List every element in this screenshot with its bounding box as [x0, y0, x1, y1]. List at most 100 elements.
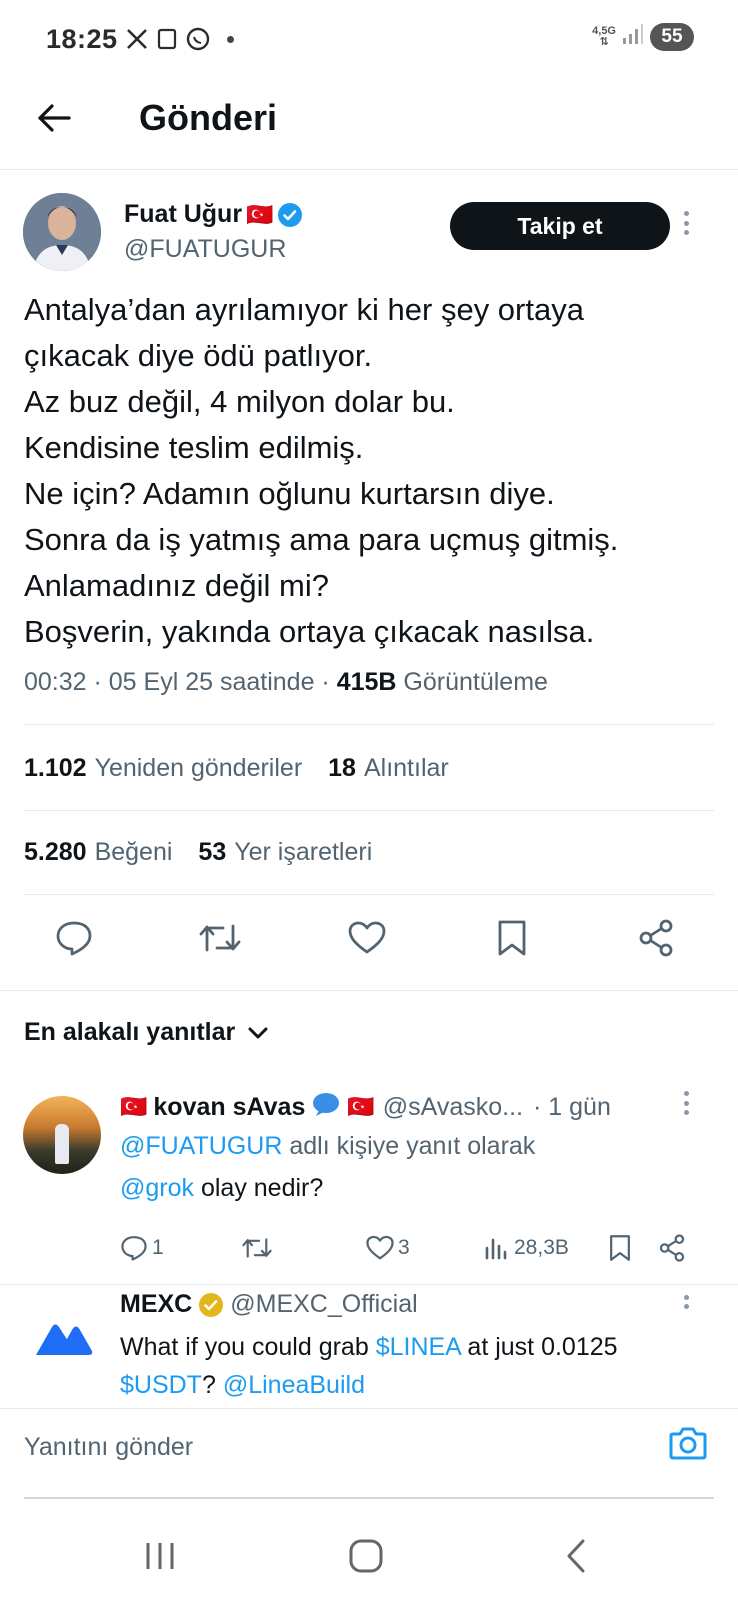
reply-share-button[interactable] [658, 1230, 686, 1266]
status-system-icons: 4,5G ⇅ 55 [592, 22, 694, 51]
reply-input[interactable]: Yanıtını gönder [24, 1433, 193, 1462]
reply-composer: Yanıtını gönder [0, 1408, 738, 1500]
likes-stat[interactable]: 5.280 Beğeni [24, 838, 172, 866]
divider [0, 990, 738, 991]
post-text-line: Kendisine teslim edilmiş. [24, 430, 364, 465]
recent-apps-icon[interactable] [140, 1536, 180, 1576]
repost-icon [242, 1238, 272, 1258]
replies-sort-dropdown[interactable]: En alakalı yanıtlar [24, 1018, 269, 1047]
post-text-line: çıkacak diye ödü patlıyor. [24, 338, 373, 373]
verified-badge-icon [278, 202, 303, 227]
views-chart-icon [485, 1238, 507, 1260]
post-text: Antalya’dan ayrılamıyor ki her şey ortay… [24, 287, 724, 655]
reply-icon[interactable] [52, 916, 96, 960]
divider [24, 894, 714, 895]
system-nav-bar [0, 1500, 738, 1600]
bookmarks-stat[interactable]: 53 Yer işaretleri [198, 838, 372, 866]
page-header: Gönderi [0, 80, 738, 170]
home-icon[interactable] [346, 1536, 386, 1576]
screen-icon [155, 27, 179, 51]
whatsapp-icon [185, 26, 211, 52]
reply-author-handle[interactable]: @sAvasko... [383, 1093, 523, 1122]
x-app-icon [125, 27, 149, 51]
post-author: Fuat Uğur 🇹🇷 @FUATUGUR Takip et [0, 190, 738, 280]
post-text-line: Ne için? Adamın oğlunu kurtarsın diye. [24, 476, 555, 511]
author-handle[interactable]: @FUATUGUR [124, 235, 286, 264]
status-notification-icons [125, 26, 234, 52]
verified-gold-badge-icon [199, 1292, 224, 1317]
reply-icon [121, 1236, 147, 1261]
avatar[interactable] [23, 193, 101, 271]
arrow-left-icon [38, 104, 71, 132]
like-icon[interactable] [345, 916, 389, 960]
bookmark-icon [610, 1235, 630, 1261]
divider [24, 724, 714, 725]
more-options-icon[interactable] [676, 208, 696, 238]
divider [24, 810, 714, 811]
reply-time: · 1 gün [533, 1092, 611, 1121]
reply-reply-button[interactable]: 1 [120, 1230, 164, 1266]
avatar[interactable] [23, 1096, 101, 1174]
reply-header: 🇹🇷 kovan sAvas 🇹🇷 @sAvasko... · 1 gün [120, 1090, 680, 1124]
post-text-line: Antalya’dan ayrılamıyor ki her şey ortay… [24, 292, 584, 327]
post-text-line: Az buz değil, 4 milyon dolar bu. [24, 384, 455, 419]
reply-repost-button[interactable] [242, 1230, 272, 1266]
reply-author-name[interactable]: kovan sAvas [153, 1093, 305, 1122]
post-meta: 00:32 · 05 Eyl 25 saatinde · 415B Görünt… [24, 668, 548, 697]
mention-link[interactable]: @FUATUGUR [120, 1132, 282, 1160]
post-text-line: Anlamadınız değil mi? [24, 568, 329, 603]
post-text-line: Sonra da iş yatmış ama para uçmuş gitmiş… [24, 522, 619, 557]
network-type: 4,5G ⇅ [592, 24, 616, 48]
promoted-post[interactable]: MEXC @MEXC_Official What if you could gr… [0, 1290, 738, 1408]
share-icon [659, 1234, 685, 1262]
notification-dot-icon [227, 35, 234, 43]
flag-turkey-icon: 🇹🇷 [120, 1094, 148, 1119]
battery-indicator: 55 [650, 22, 694, 51]
post-text-line: Boşverin, yakında ortaya çıkacak nasılsa… [24, 614, 595, 649]
back-button[interactable] [34, 98, 74, 138]
more-options-icon[interactable] [676, 1290, 696, 1312]
stats-row-likes: 5.280 Beğeni 53 Yer işaretleri [24, 838, 372, 867]
page-title: Gönderi [139, 97, 278, 138]
cashtag-link[interactable]: $LINEA [376, 1333, 461, 1361]
promoted-author-handle[interactable]: @MEXC_Official [230, 1290, 417, 1319]
repost-icon[interactable] [198, 916, 242, 960]
views-count[interactable]: 415B [337, 668, 397, 696]
signal-icon [622, 22, 644, 51]
reply-text: @grok olay nedir? [120, 1174, 324, 1202]
mexc-logo[interactable] [24, 1300, 102, 1378]
views-label: Görüntüleme [396, 668, 548, 696]
composer-underline [24, 1497, 714, 1499]
mention-link[interactable]: @LineaBuild [223, 1371, 365, 1399]
stats-row-reposts: 1.102 Yeniden gönderiler 18 Alıntılar [24, 754, 449, 783]
quotes-stat[interactable]: 18 Alıntılar [328, 754, 449, 782]
post-timestamp: 00:32 · 05 Eyl 25 saatinde · [24, 668, 337, 696]
status-time: 18:25 [46, 24, 118, 54]
speech-bubble-icon [311, 1091, 341, 1124]
reply-views-button[interactable]: 28,3B [484, 1230, 569, 1266]
chevron-down-icon [248, 1027, 268, 1038]
reply-bookmark-button[interactable] [608, 1230, 632, 1266]
promoted-author-name[interactable]: MEXC [120, 1290, 192, 1319]
reply-like-button[interactable]: 3 [366, 1230, 410, 1266]
reply-context: @FUATUGUR adlı kişiye yanıt olarak [120, 1132, 536, 1160]
author-name[interactable]: Fuat Uğur 🇹🇷 [124, 200, 303, 229]
status-bar: 18:25 4,5G ⇅ 55 [0, 0, 738, 80]
reposts-stat[interactable]: 1.102 Yeniden gönderiler [24, 754, 302, 782]
follow-button[interactable]: Takip et [450, 202, 670, 250]
reply-actions: 1 3 28,3B [120, 1230, 710, 1266]
promoted-post-header: MEXC @MEXC_Official [120, 1290, 418, 1319]
flag-turkey-icon: 🇹🇷 [246, 201, 274, 227]
more-options-icon[interactable] [676, 1088, 696, 1118]
cashtag-link[interactable]: $USDT [120, 1371, 202, 1399]
divider [0, 1284, 738, 1285]
back-icon[interactable] [556, 1536, 596, 1576]
post-actions [0, 916, 738, 976]
flag-turkey-icon: 🇹🇷 [347, 1094, 375, 1119]
share-icon[interactable] [634, 916, 678, 960]
camera-icon[interactable] [668, 1425, 712, 1469]
promoted-text: What if you could grab $LINEA at just 0.… [120, 1333, 618, 1399]
bookmark-icon[interactable] [490, 916, 534, 960]
like-icon [366, 1235, 394, 1260]
mention-link[interactable]: @grok [120, 1174, 194, 1202]
